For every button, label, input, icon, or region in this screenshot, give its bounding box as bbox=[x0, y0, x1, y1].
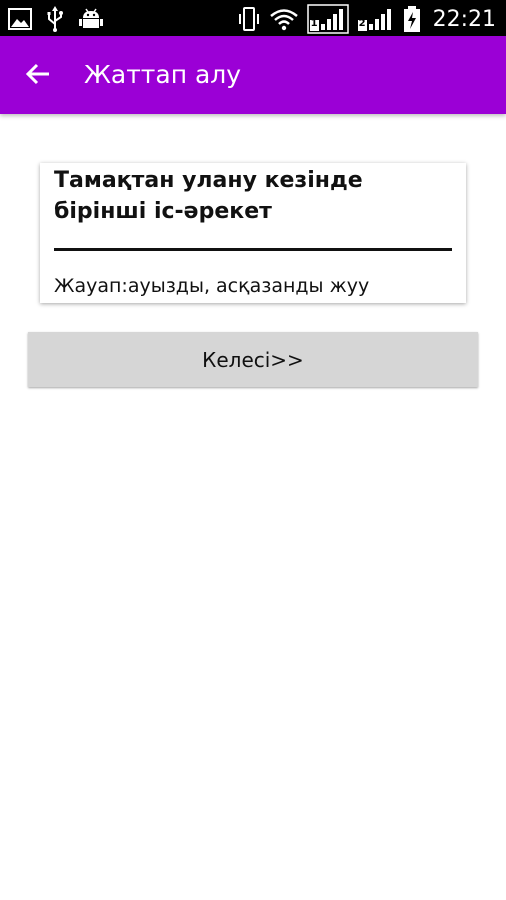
back-button[interactable] bbox=[18, 56, 58, 96]
page-title: Жаттап алу bbox=[84, 60, 242, 89]
signal-sim1-icon: 1 bbox=[306, 4, 349, 34]
status-time: 22:21 bbox=[432, 6, 496, 32]
android-debug-icon bbox=[78, 6, 104, 32]
question-text: Тамақтан улану кезінде бірінші іс-әрекет bbox=[54, 168, 363, 224]
signal-sim2-icon: 2 bbox=[357, 4, 395, 34]
sim1-label: 1 bbox=[310, 18, 318, 29]
flashcard: Тамақтан улану кезінде бірінші іс-әрекет… bbox=[40, 163, 466, 303]
app-bar: Жаттап алу bbox=[0, 36, 506, 114]
vibrate-icon bbox=[237, 6, 261, 32]
sim2-label: 2 bbox=[358, 18, 366, 29]
answer-text: Жауап:ауызды, асқазанды жуу bbox=[54, 275, 370, 297]
wifi-icon bbox=[269, 7, 299, 31]
image-icon bbox=[8, 8, 32, 30]
battery-charging-icon bbox=[403, 5, 421, 33]
usb-icon bbox=[46, 6, 64, 32]
divider bbox=[54, 248, 452, 251]
arrow-left-icon bbox=[25, 62, 51, 90]
next-button[interactable]: Келесі>> bbox=[28, 332, 478, 387]
status-bar: 1 2 22:21 bbox=[0, 0, 506, 36]
